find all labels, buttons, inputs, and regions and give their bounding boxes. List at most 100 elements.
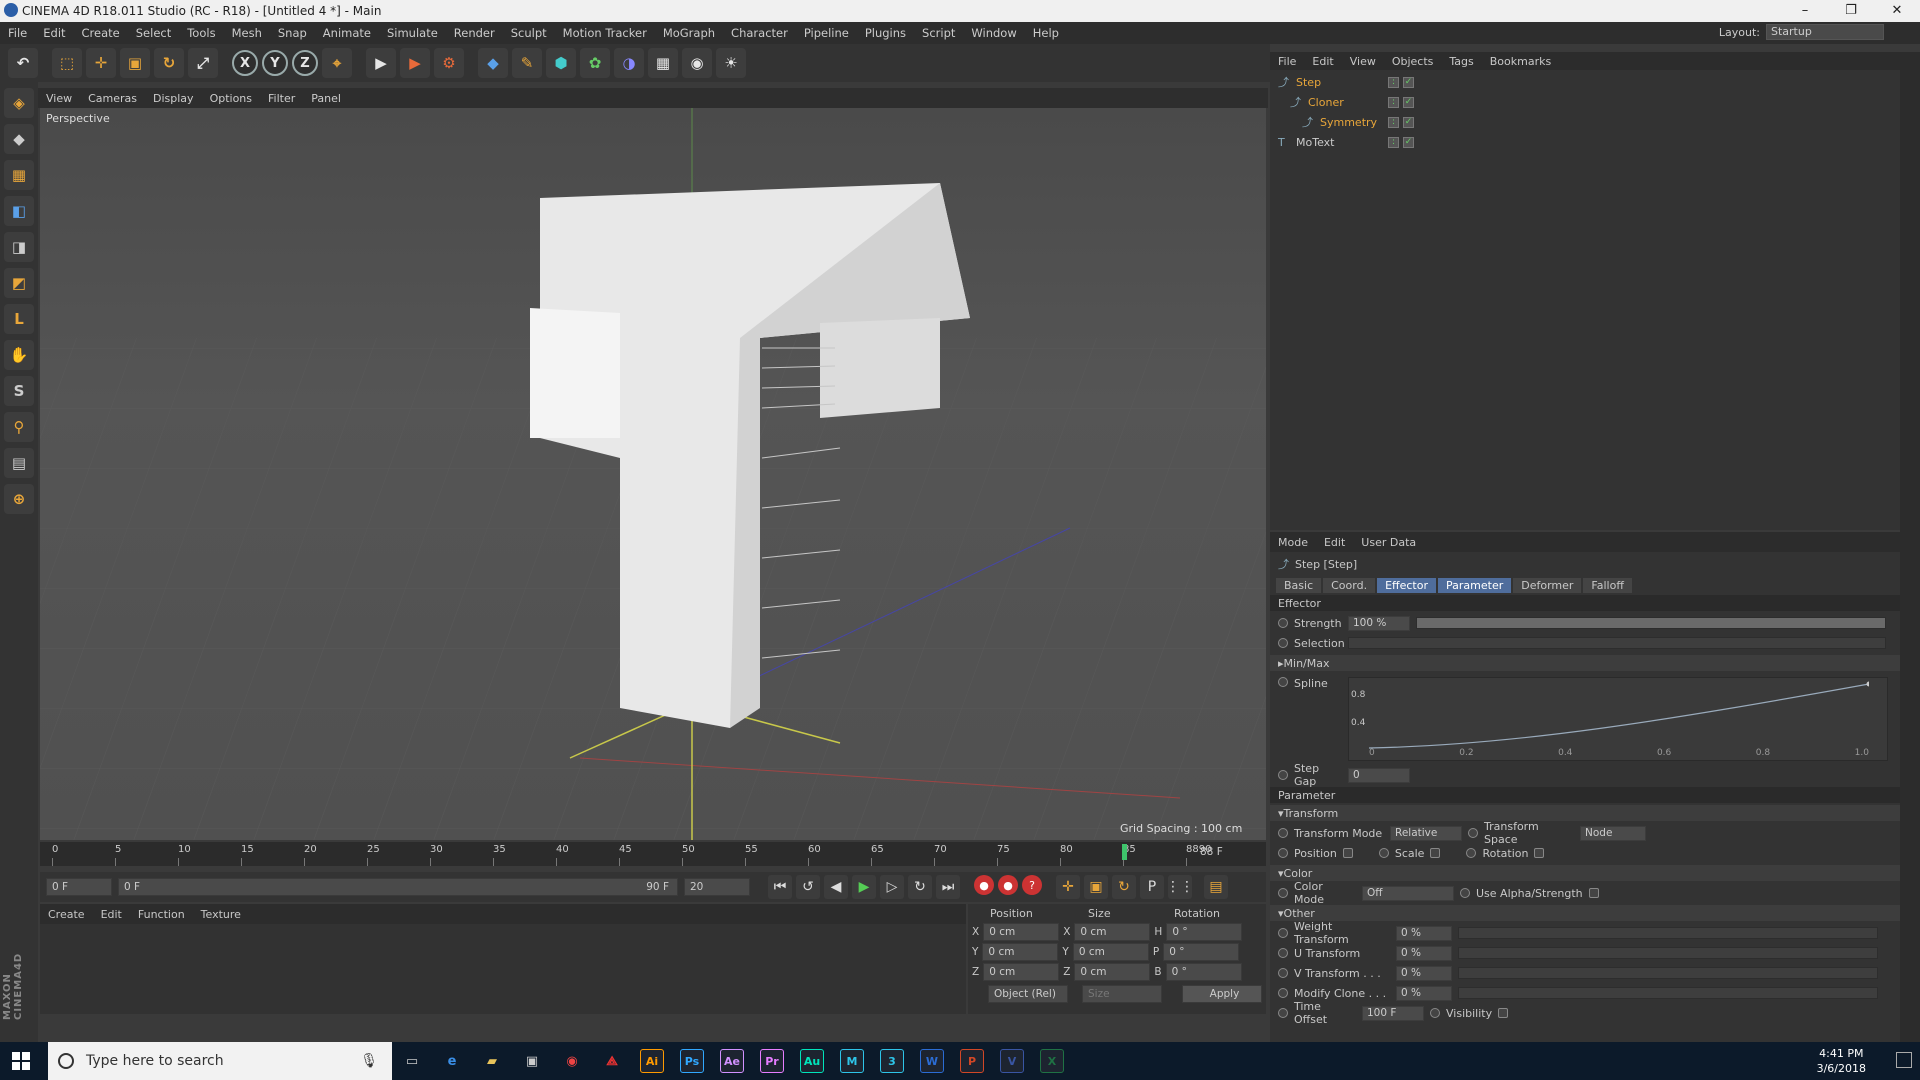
menu-snap[interactable]: Snap	[270, 26, 315, 40]
menu-tools[interactable]: Tools	[179, 26, 223, 40]
modify-clone-field[interactable]: 0 %	[1396, 985, 1452, 1001]
viewport[interactable]	[40, 108, 1266, 840]
v-transform-slider[interactable]	[1458, 967, 1878, 979]
notifications-icon[interactable]	[1896, 1052, 1912, 1068]
selection-anim-dot[interactable]	[1278, 638, 1288, 648]
viewport-menu-panel[interactable]: Panel	[303, 92, 349, 105]
key-scale-icon[interactable]: ▣	[1084, 875, 1108, 899]
left-tool-4-icon[interactable]: ◨	[4, 232, 34, 262]
weight-transform-dot[interactable]	[1278, 928, 1288, 938]
menu-pipeline[interactable]: Pipeline	[796, 26, 857, 40]
render-settings-icon[interactable]: ⚙	[434, 48, 464, 78]
size-x-field[interactable]: 0 cm	[1074, 923, 1151, 941]
minmax-group[interactable]: ▸ Min/Max	[1270, 655, 1900, 671]
store-icon[interactable]: ▣	[512, 1042, 552, 1080]
object-row-cloner[interactable]: ⤴ Cloner: ✓	[1270, 92, 1900, 112]
spline-anim-dot[interactable]	[1278, 677, 1288, 687]
tab-effector[interactable]: Effector	[1377, 578, 1436, 593]
object-row-motext[interactable]: T MoText: ✓	[1270, 132, 1900, 152]
visibility-checkbox[interactable]	[1498, 1008, 1509, 1018]
chrome-icon[interactable]: ◉	[552, 1042, 592, 1080]
start-frame-field[interactable]: 0 F	[46, 878, 112, 896]
menu-window[interactable]: Window	[963, 26, 1024, 40]
tab-deformer[interactable]: Deformer	[1513, 578, 1582, 593]
menu-character[interactable]: Character	[723, 26, 796, 40]
z-axis-button[interactable]: Z	[292, 50, 318, 76]
strength-slider[interactable]	[1416, 617, 1886, 629]
object-menu-tags[interactable]: Tags	[1441, 55, 1481, 68]
playhead-marker[interactable]	[1122, 844, 1127, 860]
u-transform-slider[interactable]	[1458, 947, 1878, 959]
u-transform-field[interactable]: 0 %	[1396, 945, 1452, 961]
material-menu-function[interactable]: Function	[130, 908, 193, 921]
play-icon[interactable]: ▶	[852, 875, 876, 899]
rotation-dot[interactable]	[1466, 848, 1477, 858]
cube-icon[interactable]: ◆	[478, 48, 508, 78]
apply-button[interactable]: Apply	[1182, 985, 1262, 1003]
left-tool-9-icon[interactable]: ⚲	[4, 412, 34, 442]
selection-field[interactable]	[1348, 637, 1886, 649]
prev-frame-icon[interactable]: ◀	[824, 875, 848, 899]
object-row-step[interactable]: ⤴ Step: ✓	[1270, 72, 1900, 92]
system-clock[interactable]: 4:41 PM 3/6/2018	[1817, 1046, 1866, 1076]
render-picture-icon[interactable]: ▶	[400, 48, 430, 78]
material-menu-create[interactable]: Create	[40, 908, 93, 921]
left-tool-8-icon[interactable]: S	[4, 376, 34, 406]
left-tool-2-icon[interactable]: ▦	[4, 160, 34, 190]
left-tool-5-icon[interactable]: ◩	[4, 268, 34, 298]
material-menu-texture[interactable]: Texture	[193, 908, 249, 921]
v-transform-dot[interactable]	[1278, 968, 1288, 978]
v-transform-field[interactable]: 0 %	[1396, 965, 1452, 981]
time-offset-dot[interactable]	[1278, 1008, 1288, 1018]
weight-transform-slider[interactable]	[1458, 927, 1878, 939]
left-tool-1-icon[interactable]: ◆	[4, 124, 34, 154]
stepgap-anim-dot[interactable]	[1278, 770, 1288, 780]
go-to-end-icon[interactable]: ⏭	[936, 875, 960, 899]
left-tool-6-icon[interactable]: L	[4, 304, 34, 334]
object-visibility-toggles[interactable]: : ✓	[1388, 116, 1414, 128]
transform-group[interactable]: ▾ Transform	[1270, 805, 1900, 821]
light-icon[interactable]: ☀	[716, 48, 746, 78]
visibility-dot[interactable]	[1430, 1008, 1440, 1018]
start-button[interactable]	[12, 1052, 30, 1070]
attribute-menu-edit[interactable]: Edit	[1316, 536, 1353, 549]
taskbar-app-w[interactable]: W	[912, 1042, 952, 1080]
search-box[interactable]: Type here to search 🎙	[48, 1042, 392, 1080]
taskbar-app-ai[interactable]: Ai	[632, 1042, 672, 1080]
coord-system-icon[interactable]: ⌖	[322, 48, 352, 78]
viewport-menu-display[interactable]: Display	[145, 92, 202, 105]
attribute-menu-user-data[interactable]: User Data	[1353, 536, 1424, 549]
u-transform-dot[interactable]	[1278, 948, 1288, 958]
taskbar-app-pr[interactable]: Pr	[752, 1042, 792, 1080]
viewport-menu-cameras[interactable]: Cameras	[80, 92, 145, 105]
menu-mesh[interactable]: Mesh	[224, 26, 270, 40]
menu-help[interactable]: Help	[1025, 26, 1067, 40]
modify-clone-slider[interactable]	[1458, 987, 1878, 999]
floor-icon[interactable]: ▦	[648, 48, 678, 78]
left-tool-7-icon[interactable]: ✋	[4, 340, 34, 370]
taskbar-app-au[interactable]: Au	[792, 1042, 832, 1080]
taskbar-app-v[interactable]: V	[992, 1042, 1032, 1080]
spline-graph[interactable]: 0.8 0.4 0 0.2 0.4 0.6 0.8 1.0	[1348, 677, 1888, 761]
menu-render[interactable]: Render	[446, 26, 503, 40]
menu-plugins[interactable]: Plugins	[857, 26, 914, 40]
position-y-field[interactable]: 0 cm	[982, 943, 1059, 961]
side-tabs[interactable]	[1900, 52, 1920, 1042]
object-menu-objects[interactable]: Objects	[1384, 55, 1442, 68]
rotation-b-field[interactable]: 0 °	[1165, 963, 1242, 981]
strength-field[interactable]: 100 %	[1348, 615, 1410, 631]
y-axis-button[interactable]: Y	[262, 50, 288, 76]
position-z-field[interactable]: 0 cm	[983, 963, 1060, 981]
transform-mode-dot[interactable]	[1278, 828, 1288, 838]
keyframe-selection-icon[interactable]: ?	[1022, 875, 1042, 895]
rotation-h-field[interactable]: 0 °	[1166, 923, 1243, 941]
go-to-start-icon[interactable]: ⏮	[768, 875, 792, 899]
next-key-icon[interactable]: ↻	[908, 875, 932, 899]
taskbar-app-m[interactable]: M	[832, 1042, 872, 1080]
menu-simulate[interactable]: Simulate	[379, 26, 446, 40]
tab-falloff[interactable]: Falloff	[1583, 578, 1632, 593]
object-menu-edit[interactable]: Edit	[1304, 55, 1341, 68]
scale-icon[interactable]: ▣	[120, 48, 150, 78]
subdivision-icon[interactable]: ⬢	[546, 48, 576, 78]
taskbar-app-ae[interactable]: Ae	[712, 1042, 752, 1080]
